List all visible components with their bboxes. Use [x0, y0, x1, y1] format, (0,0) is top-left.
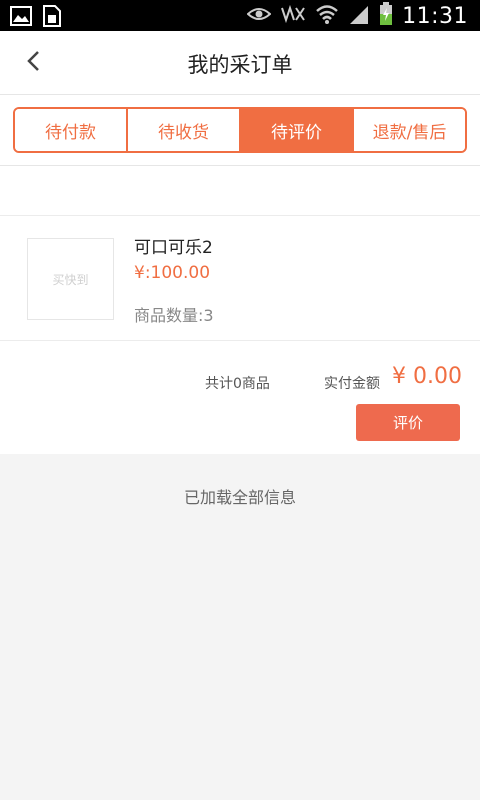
app-header: 我的采订单 — [0, 31, 480, 95]
all-loaded-message: 已加载全部信息 — [183, 488, 296, 507]
order-header-strip — [0, 166, 480, 216]
status-bar: 11:31 — [0, 0, 480, 31]
divider — [0, 340, 480, 341]
product-thumbnail[interactable]: 买快到 — [27, 238, 114, 320]
tab-pending-payment[interactable]: 待付款 — [15, 109, 128, 151]
battery-charging-icon — [379, 2, 393, 30]
thumbnail-placeholder-text: 买快到 — [52, 272, 89, 287]
product-quantity: 商品数量:3 — [134, 306, 214, 325]
signal-icon — [348, 3, 370, 29]
product-price: ¥:100.00 — [134, 263, 211, 283]
tab-refund-after-sales[interactable]: 退款/售后 — [354, 109, 465, 151]
order-status-tabs: 待付款 待收货 待评价 退款/售后 — [13, 107, 467, 153]
tab-pending-receipt[interactable]: 待收货 — [128, 109, 241, 151]
paid-amount-label: 实付金额 — [324, 376, 380, 392]
image-icon — [10, 6, 32, 30]
mute-icon — [280, 4, 306, 28]
tab-pending-review[interactable]: 待评价 — [241, 109, 354, 151]
sim-card-icon — [42, 5, 62, 31]
review-button[interactable]: 评价 — [356, 404, 460, 441]
wifi-icon — [315, 3, 339, 29]
eye-icon — [246, 6, 272, 26]
paid-amount-value: ¥ 0.00 — [392, 364, 462, 389]
product-name: 可口可乐2 — [134, 238, 213, 258]
total-item-count: 共计0商品 — [205, 376, 270, 392]
page-title: 我的采订单 — [187, 53, 293, 77]
clock: 11:31 — [402, 3, 468, 29]
order-tabs-bar: 待付款 待收货 待评价 退款/售后 — [0, 95, 480, 166]
order-card: 买快到 可口可乐2 ¥:100.00 商品数量:3 共计0商品 实付金额 ¥ 0… — [0, 216, 480, 454]
